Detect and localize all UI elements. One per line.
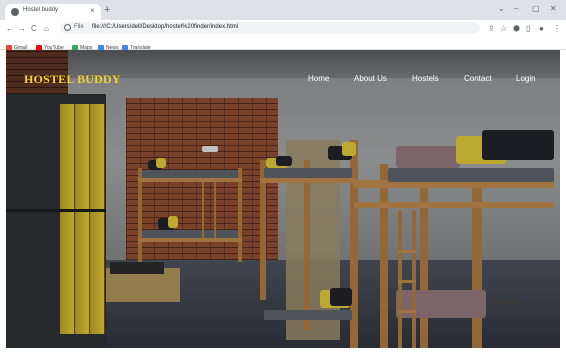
- tab-strip: Hostel buddy × + ⌄ – ▢ ✕: [0, 0, 566, 20]
- browser-window: Hostel buddy × + ⌄ – ▢ ✕ ← → C ⌂ File fi…: [0, 0, 566, 354]
- nav-link-about-us[interactable]: About Us: [354, 74, 387, 83]
- new-tab-icon[interactable]: +: [104, 4, 110, 16]
- address-bar[interactable]: File file:///C:/Users/dell/Desktop/hoste…: [60, 22, 480, 34]
- nav-link-home[interactable]: Home: [308, 74, 329, 83]
- menu-icon[interactable]: ⋮: [553, 24, 561, 33]
- tab-title: Hostel buddy: [23, 7, 59, 13]
- site-logo[interactable]: HOSTEL BUDDY: [24, 72, 121, 87]
- share-icon[interactable]: ⇪: [488, 24, 495, 33]
- close-window-icon[interactable]: ✕: [550, 4, 557, 14]
- extensions-icon[interactable]: ⬢: [513, 24, 520, 33]
- bookmark-maps[interactable]: Maps: [72, 39, 92, 51]
- maximize-icon[interactable]: ▢: [532, 4, 540, 14]
- url-scheme: File: [74, 24, 84, 30]
- collapse-tabs-icon[interactable]: ⌄: [498, 4, 505, 14]
- back-icon[interactable]: ←: [6, 24, 14, 33]
- bookmark-translate[interactable]: Translate: [122, 39, 151, 51]
- profile-icon[interactable]: ●: [539, 24, 544, 33]
- home-icon[interactable]: ⌂: [44, 24, 49, 33]
- minimize-icon[interactable]: –: [514, 4, 518, 14]
- bookmark-gmail[interactable]: Gmail: [6, 39, 27, 51]
- bookmark-news[interactable]: News: [98, 39, 119, 51]
- tab-close-icon[interactable]: ×: [90, 6, 95, 16]
- site-info-icon[interactable]: [64, 24, 71, 31]
- browser-tab[interactable]: Hostel buddy ×: [5, 4, 101, 20]
- bookmark-star-icon[interactable]: ☆: [500, 24, 507, 33]
- page-viewport: HOSTEL BUDDY Home About Us Hostels Conta…: [6, 50, 560, 348]
- forward-icon[interactable]: →: [18, 24, 26, 33]
- nav-link-hostels[interactable]: Hostels: [412, 74, 439, 83]
- browser-toolbar: ← → C ⌂ File file:///C:/Users/dell/Deskt…: [0, 20, 566, 37]
- nav-link-contact[interactable]: Contact: [464, 74, 492, 83]
- tab-favicon-icon: [11, 8, 19, 16]
- bookmark-youtube[interactable]: YouTube: [36, 39, 64, 51]
- reload-icon[interactable]: C: [31, 24, 37, 33]
- bookmarks-bar: Gmail YouTube Maps News Translate: [0, 37, 566, 51]
- url-text[interactable]: file:///C:/Users/dell/Desktop/hostel%20f…: [92, 24, 238, 30]
- nav-link-login[interactable]: Login: [516, 74, 536, 83]
- site-header: HOSTEL BUDDY Home About Us Hostels Conta…: [6, 68, 560, 90]
- side-panel-icon[interactable]: ▯: [526, 24, 530, 33]
- hero-image: [6, 50, 560, 348]
